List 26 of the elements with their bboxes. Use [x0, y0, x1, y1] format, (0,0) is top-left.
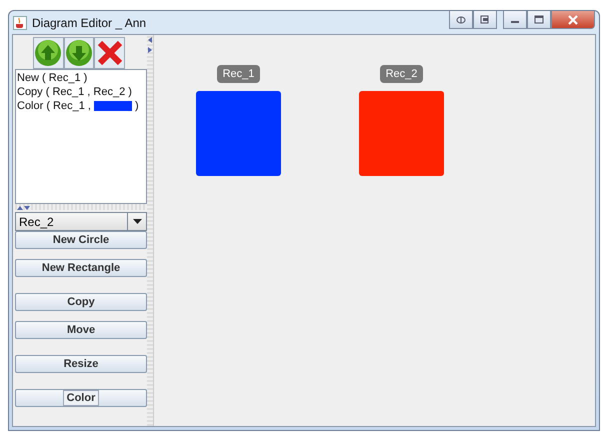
action-button[interactable]: Move — [15, 321, 147, 339]
action-button[interactable]: New Circle — [15, 231, 147, 249]
toggle-icon[interactable] — [449, 11, 473, 29]
minimize-icon[interactable] — [503, 11, 527, 29]
window-icon[interactable] — [473, 11, 497, 29]
close-icon[interactable] — [551, 11, 595, 29]
cup-icon — [13, 16, 27, 30]
action-button[interactable]: Resize — [15, 355, 147, 373]
shape-label: Rec_2 — [380, 65, 424, 83]
history-entry[interactable]: ) — [134, 99, 139, 113]
history-entry[interactable]: New ( Rec_1 ) — [17, 71, 88, 85]
action-button[interactable]: Copy — [15, 293, 147, 311]
action-button[interactable]: Color — [15, 389, 147, 407]
action-button[interactable]: New Rectangle — [15, 259, 147, 277]
delete-button[interactable] — [94, 37, 126, 69]
shape-label: Rec_1 — [216, 65, 260, 83]
shape-dropdown[interactable]: Rec_2 — [15, 212, 147, 231]
collapse-arrows-icon[interactable] — [17, 204, 31, 210]
window-title: Diagram Editor _ Ann — [32, 16, 146, 30]
maximize-icon[interactable] — [527, 11, 551, 29]
collapse-arrows-icon[interactable] — [148, 37, 152, 53]
history-entry[interactable]: Color ( Rec_1 , — [17, 99, 91, 113]
move-down-button[interactable] — [64, 37, 94, 69]
history-entry[interactable]: Copy ( Rec_1 , Rec_2 ) — [17, 85, 132, 99]
move-up-button[interactable] — [33, 37, 64, 69]
caret-icon — [132, 219, 142, 224]
